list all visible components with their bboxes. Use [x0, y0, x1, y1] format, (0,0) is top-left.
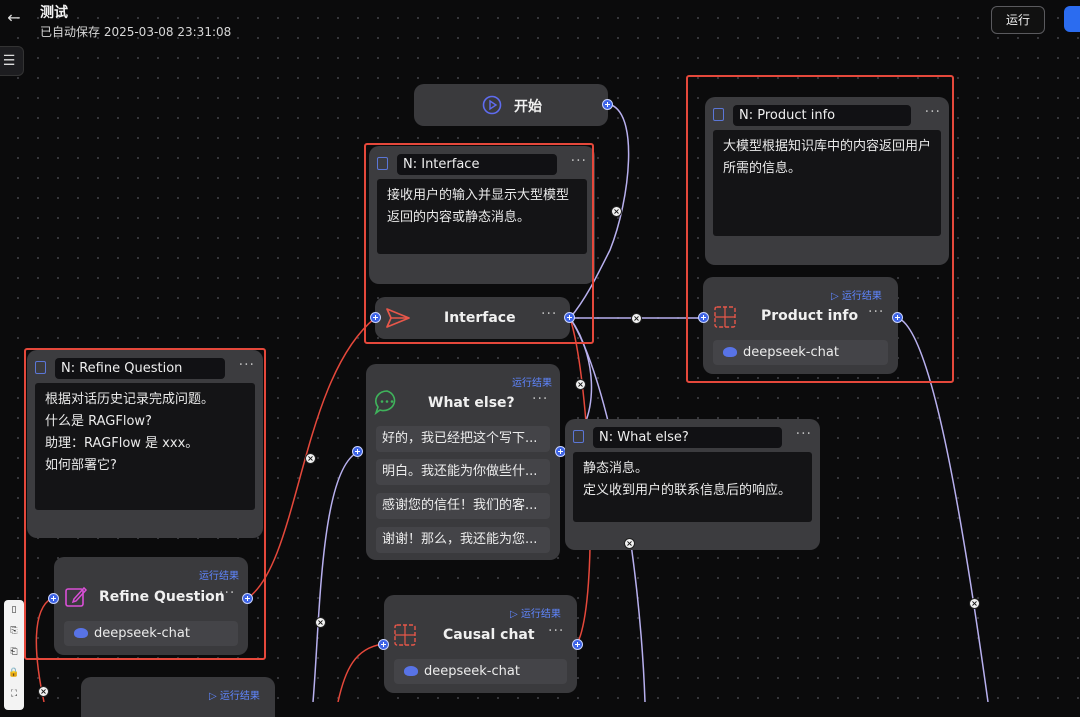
start-output-handle[interactable] [602, 99, 613, 110]
edge-delete-icon[interactable]: × [611, 206, 622, 217]
edge-delete-icon[interactable]: × [315, 617, 326, 628]
run-result-label: 运行结果 [512, 378, 552, 389]
edge-to-causal [337, 643, 384, 702]
toolbar-export-icon[interactable]: ⎘ [4, 621, 24, 642]
partial-node-bottom[interactable]: ▷ 运行结果 [81, 677, 275, 717]
play-icon [482, 95, 502, 115]
edge-delete-icon[interactable]: × [575, 379, 586, 390]
causal-chat-output-handle[interactable] [572, 639, 583, 650]
note-title[interactable]: N: What else? [593, 427, 782, 448]
toolbar-page-icon[interactable]: ▯ [4, 600, 24, 621]
message-option[interactable]: 谢谢！那么，我还能为您... [376, 527, 550, 553]
run-result-label: 运行结果 [219, 691, 260, 702]
edge-to-whatelse [312, 451, 359, 702]
start-label: 开始 [514, 99, 542, 115]
more-icon[interactable]: ··· [796, 427, 812, 441]
run-result-link[interactable]: ▷ 运行结果 [209, 687, 260, 702]
run-result-link[interactable]: 运行结果 [512, 374, 552, 389]
categorize-icon [394, 624, 416, 646]
deepseek-whale-icon [404, 665, 418, 676]
canvas-toolbar: ▯ ⎘ ⎗ 🔒 ⛶ [4, 600, 24, 710]
message-option[interactable]: 好的，我已经把这个写下... [376, 426, 550, 452]
note-what-else[interactable]: N: What else? ··· 静态消息。 定义收到用户的联系信息后的响应。 [565, 419, 820, 550]
selection-frame-interface [364, 143, 594, 344]
message-icon [374, 390, 396, 415]
causal-chat-label: Causal chat [443, 627, 535, 643]
edge-delete-icon[interactable]: × [624, 538, 635, 549]
autosave-status: 已自动保存 2025-03-08 23:31:08 [40, 25, 232, 39]
run-result-label: 运行结果 [520, 609, 561, 620]
toolbar-lock-icon[interactable]: 🔒 [4, 663, 24, 684]
message-option[interactable]: 感谢您的信任！我们的客... [376, 493, 550, 519]
more-icon[interactable]: ··· [532, 392, 548, 406]
edge-delete-icon[interactable]: × [38, 686, 49, 697]
edge-delete-icon[interactable]: × [631, 313, 642, 324]
start-node[interactable]: 开始 [414, 84, 608, 126]
page-title: 测试 [40, 5, 68, 21]
what-else-input-handle[interactable] [352, 446, 363, 457]
note-line: 静态消息。 [583, 461, 649, 476]
back-arrow-icon[interactable]: ← [4, 8, 24, 28]
edge-delete-icon[interactable]: × [305, 453, 316, 464]
toolbar-import-icon[interactable]: ⎗ [4, 642, 24, 663]
note-body[interactable]: 静态消息。 定义收到用户的联系信息后的响应。 [573, 452, 812, 522]
list-menu-icon[interactable]: ☰ [0, 46, 24, 76]
causal-chat-input-handle[interactable] [378, 639, 389, 650]
causal-chat-node[interactable]: ▷ 运行结果 Causal chat ··· deepseek-chat [384, 595, 577, 693]
edge-delete-icon[interactable]: × [969, 598, 980, 609]
run-button[interactable]: 运行 [991, 6, 1045, 34]
run-result-link[interactable]: ▷ 运行结果 [510, 605, 561, 620]
what-else-label: What else? [428, 395, 515, 411]
more-icon[interactable]: ··· [548, 624, 564, 638]
model-label: deepseek-chat [424, 664, 520, 679]
selection-frame-refine [24, 348, 266, 660]
what-else-node[interactable]: 运行结果 What else? ··· 好的，我已经把这个写下... 明白。我还… [366, 364, 560, 560]
message-option[interactable]: 明白。我还能为你做些什... [376, 459, 550, 485]
selection-frame-product-info [686, 75, 954, 383]
note-doc-icon [573, 430, 584, 443]
note-line: 定义收到用户的联系信息后的响应。 [583, 483, 792, 498]
model-pill[interactable]: deepseek-chat [394, 659, 567, 684]
publish-button[interactable] [1064, 6, 1080, 32]
